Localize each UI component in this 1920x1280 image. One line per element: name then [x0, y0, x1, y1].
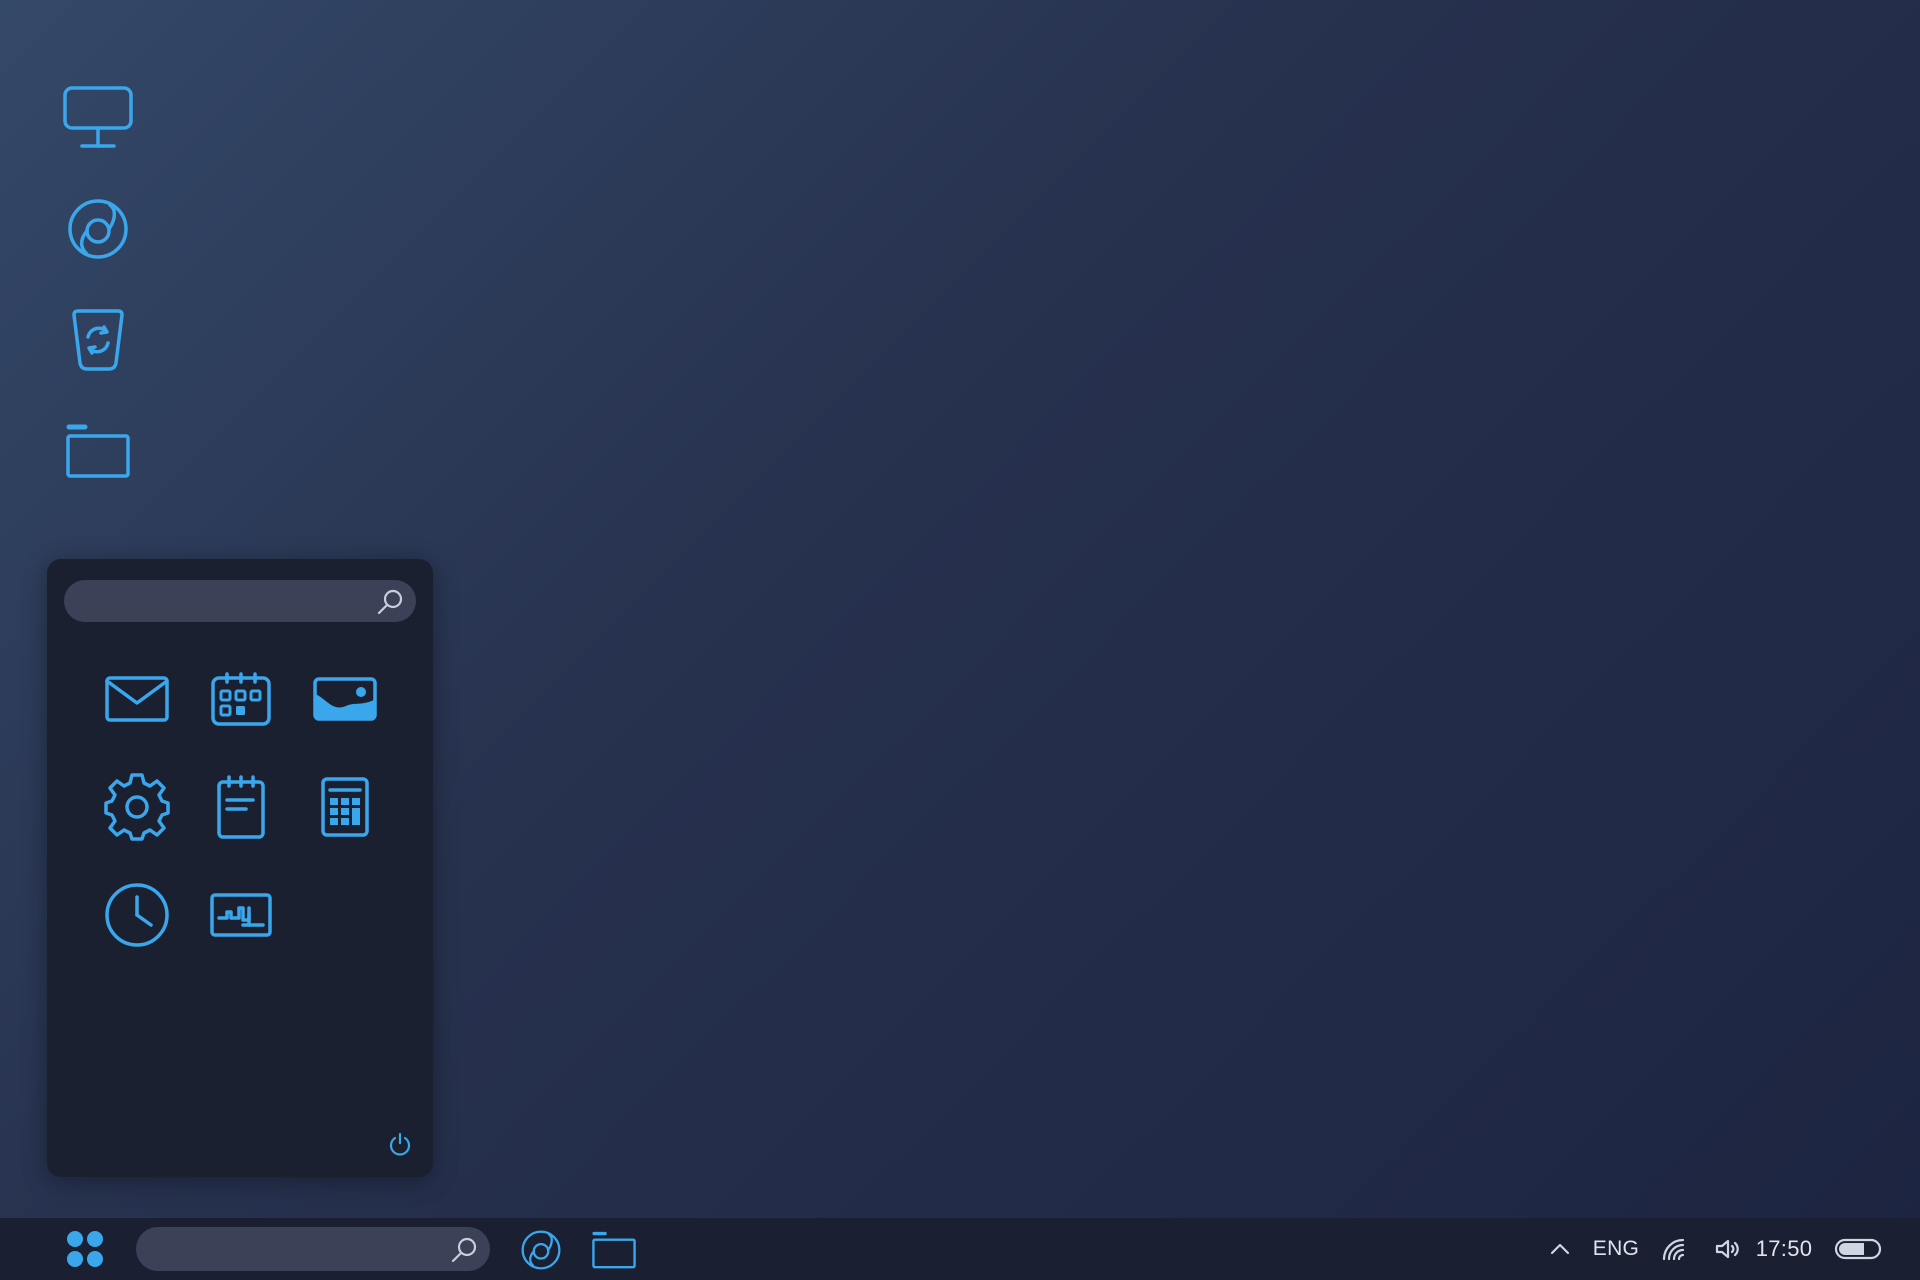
notepad-icon: [217, 775, 265, 839]
app-tile-notepad[interactable]: [201, 767, 281, 847]
start-menu: [47, 559, 433, 1177]
app-tile-mail[interactable]: [97, 659, 177, 739]
taskbar-search-box[interactable]: [136, 1227, 490, 1273]
monitor-icon: [63, 86, 133, 148]
settings-gear-icon: [104, 773, 170, 841]
start-grid-icon: [67, 1231, 103, 1267]
calendar-icon: [211, 672, 271, 726]
battery-toggle[interactable]: [1832, 1218, 1884, 1280]
power-icon: [389, 1132, 411, 1156]
desktop-shortcut-folder[interactable]: [60, 413, 136, 489]
browser-icon: [521, 1230, 561, 1270]
app-tile-clock[interactable]: [97, 875, 177, 955]
desktop: ENG 17:50: [0, 0, 1920, 1280]
search-icon[interactable]: [376, 588, 404, 616]
desktop-shortcut-browser[interactable]: [60, 191, 136, 267]
speaker-icon: [1715, 1239, 1739, 1259]
app-tile-photos[interactable]: [305, 659, 385, 739]
battery-icon: [1834, 1238, 1882, 1260]
clock-icon: [105, 883, 169, 947]
taskbar-app-folder[interactable]: [589, 1227, 639, 1273]
calculator-icon: [321, 777, 369, 837]
app-tile-system-monitor[interactable]: [201, 875, 281, 955]
desktop-icons: [60, 80, 136, 524]
mail-icon: [105, 676, 169, 722]
chevron-up-icon: [1550, 1243, 1570, 1255]
taskbar-app-browser[interactable]: [516, 1227, 566, 1273]
clock-display[interactable]: 17:50: [1752, 1218, 1816, 1280]
power-button[interactable]: [385, 1129, 415, 1159]
app-tile-calculator[interactable]: [305, 767, 385, 847]
desktop-shortcut-recycle-bin[interactable]: [60, 302, 136, 378]
app-tile-calendar[interactable]: [201, 659, 281, 739]
folder-icon: [66, 424, 130, 478]
recycle-bin-icon: [72, 309, 124, 371]
search-icon[interactable]: [450, 1236, 478, 1264]
system-monitor-icon: [210, 893, 272, 937]
tray-overflow-button[interactable]: [1544, 1218, 1576, 1280]
start-menu-search-box[interactable]: [64, 580, 416, 624]
taskbar: ENG 17:50: [0, 1218, 1920, 1280]
folder-icon: [592, 1231, 636, 1269]
network-button[interactable]: [1656, 1218, 1692, 1280]
language-indicator[interactable]: ENG: [1592, 1218, 1640, 1280]
browser-icon: [68, 199, 128, 259]
start-button[interactable]: [62, 1229, 108, 1269]
wifi-icon: [1662, 1238, 1685, 1261]
volume-button[interactable]: [1710, 1218, 1746, 1280]
desktop-shortcut-monitor[interactable]: [60, 80, 136, 156]
start-menu-search-input[interactable]: [82, 580, 368, 624]
taskbar-search-input[interactable]: [154, 1227, 442, 1273]
app-tile-settings[interactable]: [97, 767, 177, 847]
photos-icon: [313, 677, 377, 721]
